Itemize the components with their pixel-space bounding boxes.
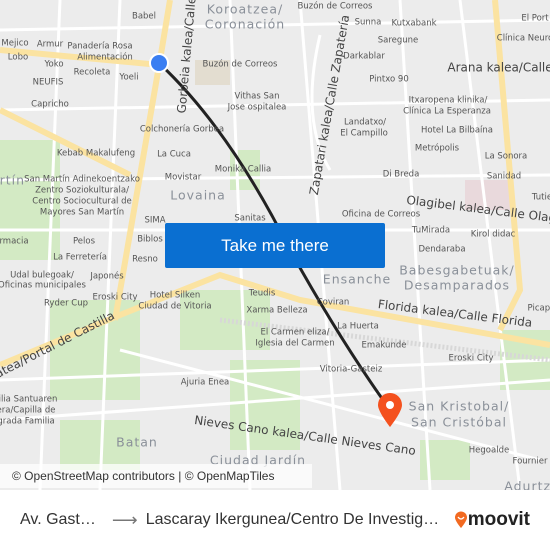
map-label: Resno <box>132 254 158 265</box>
map-label: grada Familia <box>0 416 55 427</box>
map-label: ilia Santuaren <box>0 394 58 405</box>
map-label: Buzón de Correos <box>202 59 278 70</box>
map-label: Babel <box>131 11 157 22</box>
map-label: era/Capilla de <box>0 405 56 416</box>
map-label: Itxaropena klinika/ <box>408 95 488 106</box>
district-label: San Cristóbal <box>411 414 507 430</box>
map-label: Darkablar <box>343 51 385 62</box>
map-label: La Ferretería <box>53 252 107 263</box>
map-label: Hotel Silken <box>149 290 201 301</box>
map-label: Oficina de Correos <box>341 209 421 220</box>
map-label: Pelos <box>72 236 96 247</box>
district-label: Adurtza <box>504 478 550 491</box>
map-label: Hegoalde <box>468 445 510 456</box>
district-label: artín <box>0 172 26 188</box>
map-label: Colchonería Gorbea <box>139 124 225 135</box>
map-label: Landatxo/ <box>343 117 387 128</box>
map-label: Japonés <box>90 271 124 282</box>
map-label: Pintxo 90 <box>369 74 409 85</box>
map-label: Xarma Belleza <box>246 305 308 316</box>
map-label: El Campillo <box>340 128 388 139</box>
map-label: Alimentación <box>77 52 133 63</box>
district-label: Ensanche <box>322 271 392 287</box>
map-label: La Cuca <box>157 149 191 160</box>
map-label: Centro Sociocultural de <box>32 196 132 207</box>
district-label: Coronación <box>204 16 286 32</box>
moovit-wordmark: moovit <box>467 509 530 530</box>
map-label: SIMA <box>144 215 166 226</box>
map-label: Movistar <box>164 172 202 183</box>
map-label: Kebab Makalufeng <box>56 148 136 159</box>
map-label: Coviran <box>316 297 350 308</box>
map-label: TuMirada <box>411 225 451 236</box>
map-label: Sanidad <box>486 171 522 182</box>
map-label: Biblos <box>137 234 163 245</box>
moovit-pin-icon <box>454 511 467 528</box>
map-label: Mejico <box>1 38 29 49</box>
map-label: Iglesia del Carmen <box>255 338 335 349</box>
map-label: Mayores San Martín <box>39 207 125 218</box>
destination-stop-name: Lascaray Ikergunea/Centro De Investig… <box>145 511 440 528</box>
moovit-logo[interactable]: moovit <box>454 509 530 531</box>
map-label: rmacia <box>0 236 29 247</box>
map-label: Buzón de Correos <box>297 1 373 12</box>
map-label: Vithas San <box>234 91 280 102</box>
street-label: Arana kalea/Calle <box>447 60 550 75</box>
map-label: Monika Callia <box>214 164 272 175</box>
map-label: Metrópolis <box>414 143 460 154</box>
map-label: La Sonora <box>484 151 528 162</box>
map-label: Kutxabank <box>391 18 437 29</box>
map-label: Capricho <box>31 99 69 110</box>
district-label: Babesgabetuak/ <box>399 262 515 278</box>
map-label: Teudis <box>248 288 276 299</box>
arrow-right-icon: ⟶ <box>111 509 138 530</box>
map-label: Dendaraba <box>418 244 466 255</box>
map-label: Hotel La Bilbaína <box>421 125 493 136</box>
map-attribution[interactable]: © OpenStreetMap contributors | © OpenMap… <box>0 464 312 488</box>
map-label: Yoeli <box>119 72 139 83</box>
map-label: Di Breda <box>382 169 420 180</box>
map-label: Recoleta <box>73 67 111 78</box>
map-label: Panadería Rosa <box>67 41 133 52</box>
map-label: El Port <box>521 13 549 24</box>
map-label: Armur <box>36 39 64 50</box>
map-label: Eroski City <box>448 353 494 364</box>
map-label: Vitoria-Gasteiz <box>319 364 383 375</box>
map-label: Ciudad de Vitoria <box>138 301 212 312</box>
map-label: El Carmen eliza/ <box>260 327 330 338</box>
map-label: La Huerta <box>337 321 379 332</box>
map-label: San Martín Adinekoentzako <box>24 174 140 185</box>
map-label: Eroski City <box>92 292 138 303</box>
map-label: Yoko <box>44 59 64 70</box>
district-label: Lovaina <box>170 187 226 203</box>
map-label: NEUFIS <box>32 77 64 88</box>
district-label: Batan <box>116 434 158 450</box>
map-label: Zentro Soziokulturala/ <box>35 185 129 196</box>
origin-stop-name: Av. Gast… <box>20 511 96 528</box>
origin-marker[interactable] <box>149 53 169 73</box>
map-label: Kirol didac <box>470 229 516 240</box>
map-label: Lobo <box>7 52 29 63</box>
map-label: Clínica La Esperanza <box>403 106 491 117</box>
map-label: Emakunde <box>361 340 407 351</box>
map-label: Jose ospitalea <box>227 102 287 113</box>
map-label: Sunna <box>354 17 382 28</box>
map-label: Saregune <box>377 35 419 46</box>
map-label: Fournier <box>512 456 548 467</box>
district-label: San Kristobal/ <box>408 398 510 414</box>
district-label: Koroatzea/ <box>206 1 284 17</box>
district-label: Desamparados <box>403 277 511 293</box>
take-me-there-button[interactable]: Take me there <box>165 223 385 268</box>
map-label: Picapi <box>527 303 550 314</box>
map[interactable]: Babel Koroatzea/ Coronación Mejico Armur… <box>0 0 550 490</box>
map-label: Clínica Neuro <box>496 33 550 44</box>
route-footer: Av. Gast… ⟶ Lascaray Ikergunea/Centro De… <box>0 490 550 550</box>
map-label: Ryder Cup <box>43 298 89 309</box>
map-label: Ajuria Enea <box>180 377 230 388</box>
map-label: Oficinas municipales <box>0 280 86 291</box>
map-label: Tutie <box>531 192 550 203</box>
